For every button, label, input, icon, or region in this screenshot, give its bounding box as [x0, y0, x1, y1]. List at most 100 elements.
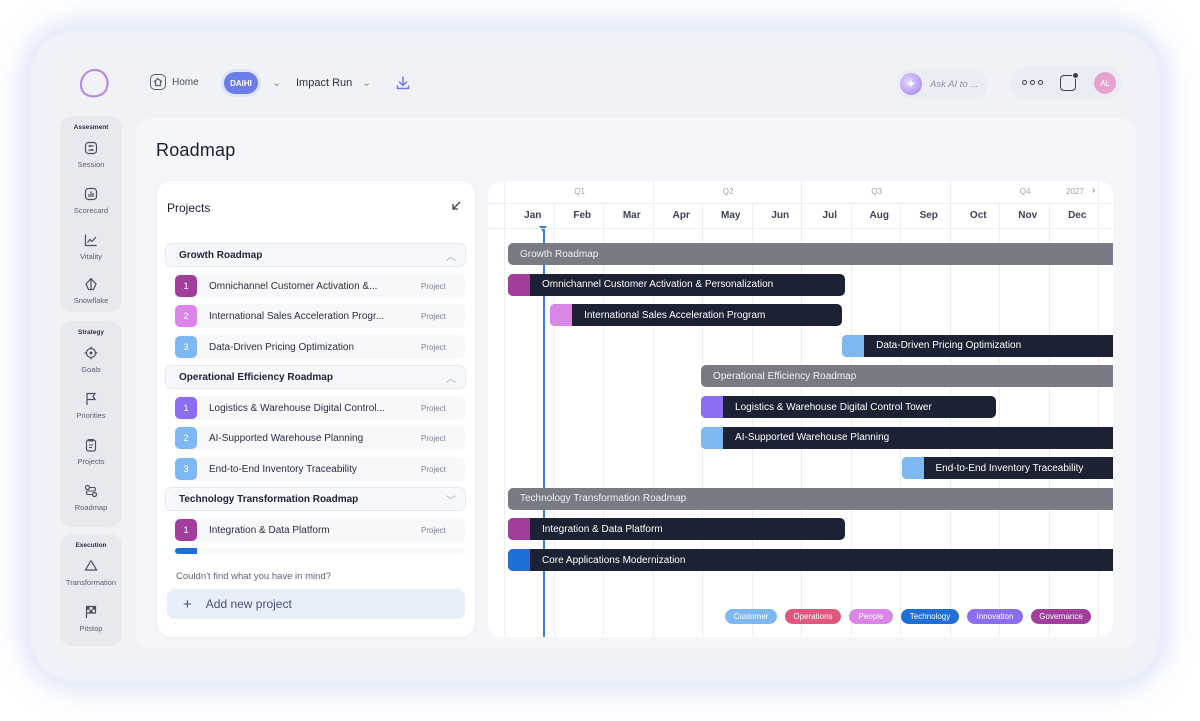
clipboard-icon: [83, 437, 99, 453]
sidebar-group-title: Assesment: [73, 124, 109, 131]
month-label: May: [721, 210, 741, 221]
project-name: Omnichannel Customer Activation &...: [209, 280, 378, 292]
bar-label: Core Applications Modernization: [542, 554, 686, 566]
legend-chip[interactable]: People: [849, 609, 893, 624]
bar-label: Growth Roadmap: [520, 248, 599, 260]
project-bar[interactable]: Core Applications Modernization: [508, 549, 1113, 571]
run-chevron-down-icon[interactable]: ⌄: [362, 76, 371, 89]
scorecard-icon: [83, 186, 99, 202]
sparkle-icon: ✦: [900, 73, 922, 95]
run-selector[interactable]: Impact Run: [296, 77, 352, 89]
chevron-down-icon[interactable]: ﹀: [446, 492, 456, 507]
group-header-technology[interactable]: Technology Transformation Roadmap ﹀: [165, 487, 466, 511]
workspace-badge[interactable]: DAIHI: [224, 72, 258, 94]
session-icon: [83, 140, 99, 156]
project-bar[interactable]: Logistics & Warehouse Digital Control To…: [701, 396, 996, 418]
ask-ai-placeholder: Ask AI to ...: [930, 78, 979, 90]
group-title: Technology Transformation Roadmap: [179, 493, 359, 505]
legend-chip[interactable]: Operations: [785, 609, 841, 624]
month-label: Aug: [869, 210, 889, 221]
project-bar[interactable]: End-to-End Inventory Traceability: [901, 457, 1113, 480]
sidebar-item-roadmap[interactable]: Roadmap: [60, 483, 122, 512]
list-item[interactable]: 3 Data-Driven Pricing Optimization Proje…: [175, 335, 465, 359]
add-hint-text: Couldn't find what you have in mind?: [176, 571, 331, 582]
roadmap-group-bar[interactable]: Technology Transformation Roadmap: [508, 487, 1113, 510]
ask-ai-box[interactable]: ✦ Ask AI to ...: [896, 69, 988, 99]
group-header-growth[interactable]: Growth Roadmap ︿: [165, 243, 466, 267]
project-bar[interactable]: International Sales Acceleration Program: [550, 304, 843, 327]
plus-icon: +: [183, 595, 192, 613]
bar-label: Omnichannel Customer Activation & Person…: [542, 279, 774, 291]
home-label: Home: [172, 76, 199, 88]
month-label: Jan: [524, 210, 542, 221]
legend-chip[interactable]: Innovation: [967, 609, 1023, 624]
sidebar-item-scorecard[interactable]: Scorecard: [60, 186, 122, 215]
sidebar-item-transformation[interactable]: Transformation: [60, 558, 122, 587]
project-color-cap: [701, 426, 724, 449]
month-label: Feb: [573, 210, 592, 221]
grid-line: [1048, 203, 1050, 637]
list-item[interactable]: 2 AI-Supported Warehouse Planning Projec…: [175, 426, 465, 450]
roadmap-group-bar[interactable]: Growth Roadmap: [508, 243, 1113, 265]
project-name: Data-Driven Pricing Optimization: [209, 341, 355, 353]
quarter-label: Q3: [871, 187, 882, 196]
project-bar[interactable]: Data-Driven Pricing Optimization: [842, 334, 1113, 357]
workspace-chevron-down-icon[interactable]: ⌄: [272, 76, 281, 89]
quarter-divider: [488, 203, 1113, 204]
quarter-label: Q2: [722, 187, 734, 196]
month-label: Dec: [1068, 210, 1087, 221]
project-number: 1: [175, 519, 197, 541]
project-bar[interactable]: Integration & Data Platform: [508, 518, 845, 541]
main-content: Roadmap Projects Growth Roadmap ︿ 1 Omni…: [136, 118, 1136, 648]
sidebar-item-vitality[interactable]: Vitality: [60, 232, 122, 261]
grid-line: [702, 203, 703, 637]
list-item[interactable]: 2 International Sales Acceleration Progr…: [175, 304, 465, 328]
roadmap-group-bar[interactable]: Operational Efficiency Roadmap: [701, 365, 1113, 388]
sidebar-item-goals[interactable]: Goals: [60, 345, 122, 374]
sidebar-item-label: Transformation: [65, 578, 117, 587]
notifications-icon[interactable]: [1060, 72, 1079, 91]
sidebar-item-priorities[interactable]: Priorities: [60, 391, 122, 420]
list-item[interactable]: 1 Omnichannel Customer Activation &... P…: [175, 274, 465, 298]
header-divider: [488, 228, 1113, 229]
list-item[interactable]: 1 Logistics & Warehouse Digital Control.…: [175, 396, 465, 420]
recycle-icon: [83, 558, 99, 574]
project-tag: Project: [421, 342, 446, 352]
list-item[interactable]: 3 End-to-End Inventory Traceability Proj…: [175, 457, 465, 481]
legend-chip[interactable]: Governance: [1031, 609, 1091, 624]
sidebar-item-projects[interactable]: Projects: [60, 437, 122, 466]
chevron-up-icon[interactable]: ︿: [446, 248, 456, 263]
home-link[interactable]: Home: [150, 74, 199, 90]
grid-line: [603, 203, 604, 637]
project-bar[interactable]: Omnichannel Customer Activation & Person…: [508, 273, 845, 296]
project-name: International Sales Acceleration Progr..…: [209, 310, 385, 322]
chevron-right-icon[interactable]: ›: [1092, 185, 1095, 196]
chevron-up-icon[interactable]: ︿: [446, 370, 456, 385]
project-tag: Project: [421, 403, 446, 413]
snowflake-icon: [83, 276, 99, 292]
download-icon[interactable]: [395, 75, 411, 91]
sidebar-item-snowflake[interactable]: Snowflake: [60, 276, 122, 305]
sidebar-item-label: Roadmap: [74, 503, 108, 512]
bar-label: Integration & Data Platform: [542, 523, 663, 535]
sidebar-item-session[interactable]: Session: [60, 140, 122, 169]
group-header-operational[interactable]: Operational Efficiency Roadmap ︿: [165, 365, 466, 389]
user-controls: AL: [1010, 66, 1122, 100]
legend-chip[interactable]: Technology: [901, 609, 959, 624]
project-name: End-to-End Inventory Traceability: [209, 463, 357, 475]
avatar[interactable]: AL: [1094, 72, 1116, 94]
project-number: 2: [175, 305, 197, 327]
page-title: Roadmap: [156, 140, 236, 160]
sidebar-item-label: Projects: [77, 457, 105, 466]
checkered-flag-icon: [83, 604, 99, 620]
legend-chip[interactable]: Customer: [725, 609, 777, 624]
more-options-icon[interactable]: [1022, 80, 1043, 85]
bar-label: AI-Supported Warehouse Planning: [735, 432, 890, 444]
list-item[interactable]: 1 Integration & Data Platform Project: [175, 518, 465, 542]
project-bar[interactable]: AI-Supported Warehouse Planning: [701, 426, 1113, 449]
collapse-icon[interactable]: [450, 200, 462, 212]
app-logo-icon[interactable]: [76, 66, 112, 100]
bar-label: Operational Efficiency Roadmap: [713, 370, 857, 382]
add-project-button[interactable]: + Add new project: [167, 589, 465, 619]
sidebar-item-pitstop[interactable]: Pitstop: [60, 604, 122, 633]
